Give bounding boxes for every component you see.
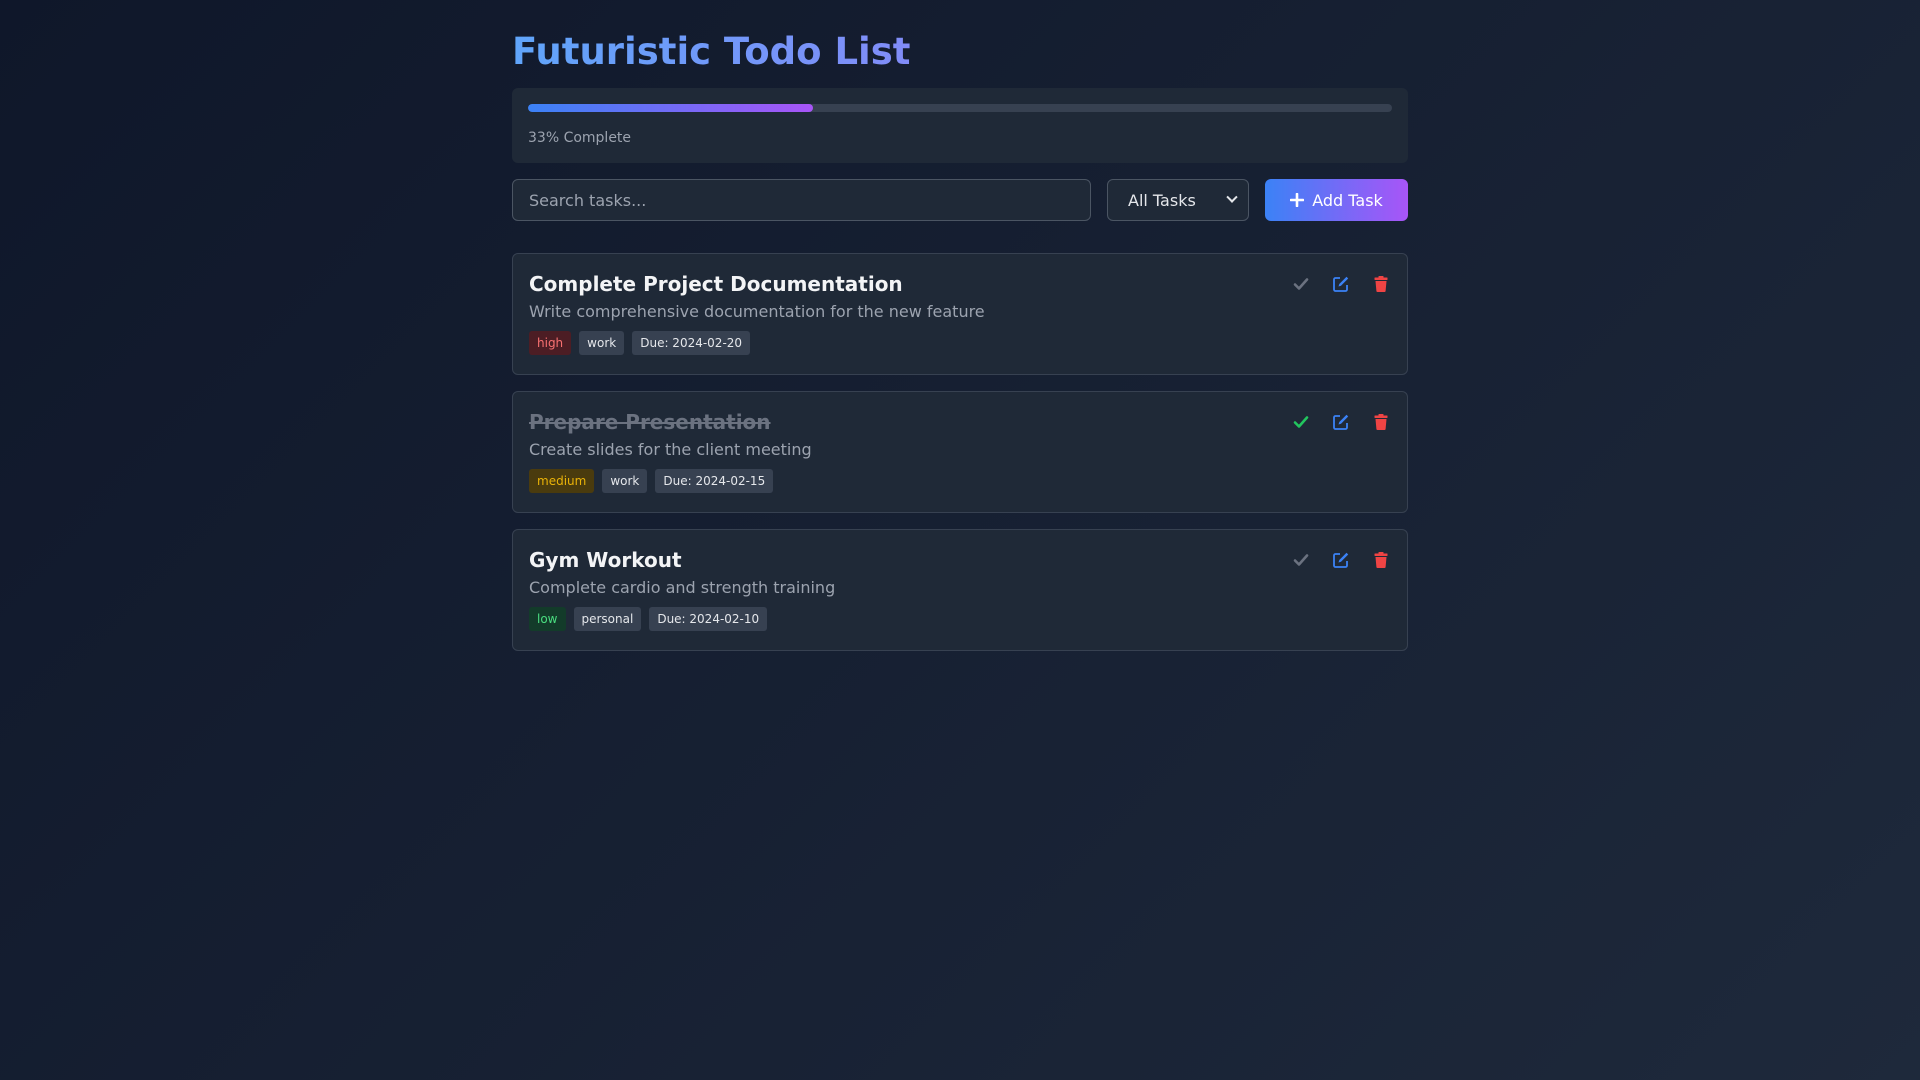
- progress-label: 33% Complete: [528, 130, 632, 146]
- filter-selected-value: All Tasks: [1128, 190, 1196, 210]
- check-icon: [1293, 554, 1309, 566]
- task-tags: medium work Due: 2024-02-15: [529, 469, 1391, 493]
- category-badge: work: [579, 331, 625, 355]
- edit-icon: [1333, 552, 1349, 568]
- due-date-badge: Due: 2024-02-15: [655, 469, 774, 493]
- task-card: Complete Project Documentation Write com…: [512, 253, 1408, 375]
- complete-toggle-button[interactable]: [1291, 550, 1311, 570]
- task-card: Gym Workout Complete cardio and strength…: [512, 529, 1408, 651]
- edit-icon: [1333, 276, 1349, 292]
- search-input[interactable]: [512, 179, 1091, 221]
- delete-button[interactable]: [1371, 412, 1391, 432]
- task-description: Create slides for the client meeting: [529, 440, 812, 459]
- category-badge: personal: [573, 607, 642, 631]
- edit-icon: [1333, 414, 1349, 430]
- due-date-badge: Due: 2024-02-10: [649, 607, 768, 631]
- priority-badge: medium: [529, 469, 595, 493]
- progress-card: 33% Complete: [512, 88, 1408, 163]
- task-tags: low personal Due: 2024-02-10: [529, 607, 1391, 631]
- task-actions: [1291, 412, 1391, 432]
- check-icon: [1293, 278, 1309, 290]
- trash-icon: [1374, 414, 1388, 430]
- check-icon: [1293, 416, 1309, 428]
- task-title: Gym Workout: [529, 548, 682, 572]
- delete-button[interactable]: [1371, 274, 1391, 294]
- category-badge: work: [602, 469, 648, 493]
- complete-toggle-button[interactable]: [1291, 412, 1311, 432]
- task-title: Prepare Presentation: [529, 410, 771, 434]
- delete-button[interactable]: [1371, 550, 1391, 570]
- add-task-label: Add Task: [1312, 190, 1383, 210]
- task-actions: [1291, 550, 1391, 570]
- controls-bar: All Tasks Add Task: [512, 179, 1408, 221]
- app-container: Futuristic Todo List 33% Complete All Ta…: [512, 0, 1408, 667]
- task-title: Complete Project Documentation: [529, 272, 903, 296]
- task-tags: high work Due: 2024-02-20: [529, 331, 1391, 355]
- priority-badge: low: [529, 607, 566, 631]
- plus-icon: [1290, 193, 1305, 207]
- priority-badge: high: [529, 331, 572, 355]
- edit-button[interactable]: [1331, 550, 1351, 570]
- filter-select[interactable]: All Tasks: [1107, 179, 1249, 221]
- progress-bar: [528, 104, 1392, 112]
- chevron-down-icon: [1226, 191, 1238, 203]
- due-date-badge: Due: 2024-02-20: [632, 331, 751, 355]
- task-actions: [1291, 274, 1391, 294]
- edit-button[interactable]: [1331, 274, 1351, 294]
- task-card: Prepare Presentation Create slides for t…: [512, 391, 1408, 513]
- page-title: Futuristic Todo List: [512, 30, 911, 73]
- edit-button[interactable]: [1331, 412, 1351, 432]
- task-description: Complete cardio and strength training: [529, 578, 836, 597]
- trash-icon: [1374, 552, 1388, 568]
- task-description: Write comprehensive documentation for th…: [529, 302, 985, 321]
- complete-toggle-button[interactable]: [1291, 274, 1311, 294]
- task-list: Complete Project Documentation Write com…: [512, 253, 1408, 651]
- progress-bar-fill: [528, 104, 814, 112]
- add-task-button[interactable]: Add Task: [1265, 179, 1408, 221]
- trash-icon: [1374, 276, 1388, 292]
